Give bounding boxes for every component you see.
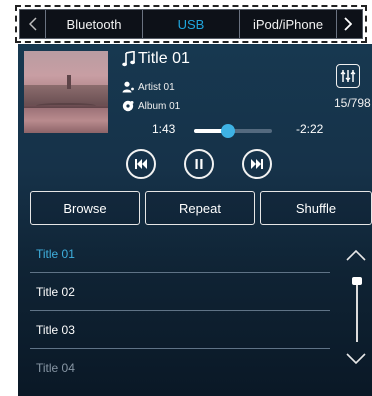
track-list-item[interactable]: Title 04 [18, 349, 338, 387]
artist-name: Artist 01 [138, 81, 175, 93]
track-title: Title 01 [138, 50, 190, 67]
album-name: Album 01 [138, 100, 181, 112]
progress-thumb[interactable] [221, 124, 236, 138]
skip-next-icon [251, 159, 263, 169]
scroll-down-button[interactable] [345, 352, 367, 366]
source-tab-bar: Bluetooth USB iPod/iPhone [19, 9, 363, 39]
chevron-left-icon [28, 17, 37, 31]
pause-icon [195, 159, 203, 169]
scroll-up-button[interactable] [345, 248, 367, 262]
equalizer-button[interactable] [336, 64, 360, 88]
previous-track-button[interactable] [126, 149, 156, 179]
source-tab-frame: Bluetooth USB iPod/iPhone [15, 5, 367, 43]
shuffle-button[interactable]: Shuffle [260, 191, 372, 225]
album-row: Album 01 [122, 100, 180, 112]
tab-bluetooth[interactable]: Bluetooth [46, 10, 143, 38]
album-art-water [24, 108, 108, 133]
track-list-item[interactable]: Title 02 [18, 273, 338, 311]
repeat-button[interactable]: Repeat [145, 191, 255, 225]
skip-previous-icon [135, 159, 147, 169]
progress-slider[interactable] [194, 124, 272, 138]
artist-row: Artist 01 [122, 81, 175, 93]
tab-usb[interactable]: USB [143, 10, 240, 38]
album-art-city [24, 85, 108, 105]
album-art-tower [67, 75, 71, 89]
track-list-item[interactable]: Title 01 [18, 235, 338, 273]
elapsed-time: 1:43 [152, 122, 176, 136]
chevron-up-icon [346, 249, 366, 261]
track-list: Title 01 Title 02 Title 03 Title 04 [18, 235, 338, 387]
artist-icon [122, 81, 134, 93]
next-track-button[interactable] [242, 149, 272, 179]
album-art [24, 51, 108, 133]
usb-player-screen: Title 01 Artist 01 Album 01 15/798 1:43 [18, 44, 372, 396]
tab-scroll-left-button[interactable] [20, 10, 46, 38]
chevron-right-icon [344, 17, 352, 31]
scrollbar-track[interactable] [356, 278, 358, 342]
track-counter: 15/798 [334, 96, 371, 110]
music-note-icon [122, 51, 135, 67]
equalizer-icon [340, 70, 356, 82]
remaining-time: -2:22 [296, 122, 324, 136]
track-title-row: Title 01 [122, 50, 190, 68]
chevron-down-icon [346, 353, 366, 365]
tab-ipod-iphone[interactable]: iPod/iPhone [240, 10, 337, 38]
scrollbar-thumb[interactable] [352, 277, 362, 285]
tab-scroll-right-button[interactable] [337, 10, 359, 38]
browse-button[interactable]: Browse [30, 191, 140, 225]
track-list-item[interactable]: Title 03 [18, 311, 338, 349]
pause-button[interactable] [184, 149, 214, 179]
album-disc-icon [122, 100, 134, 112]
